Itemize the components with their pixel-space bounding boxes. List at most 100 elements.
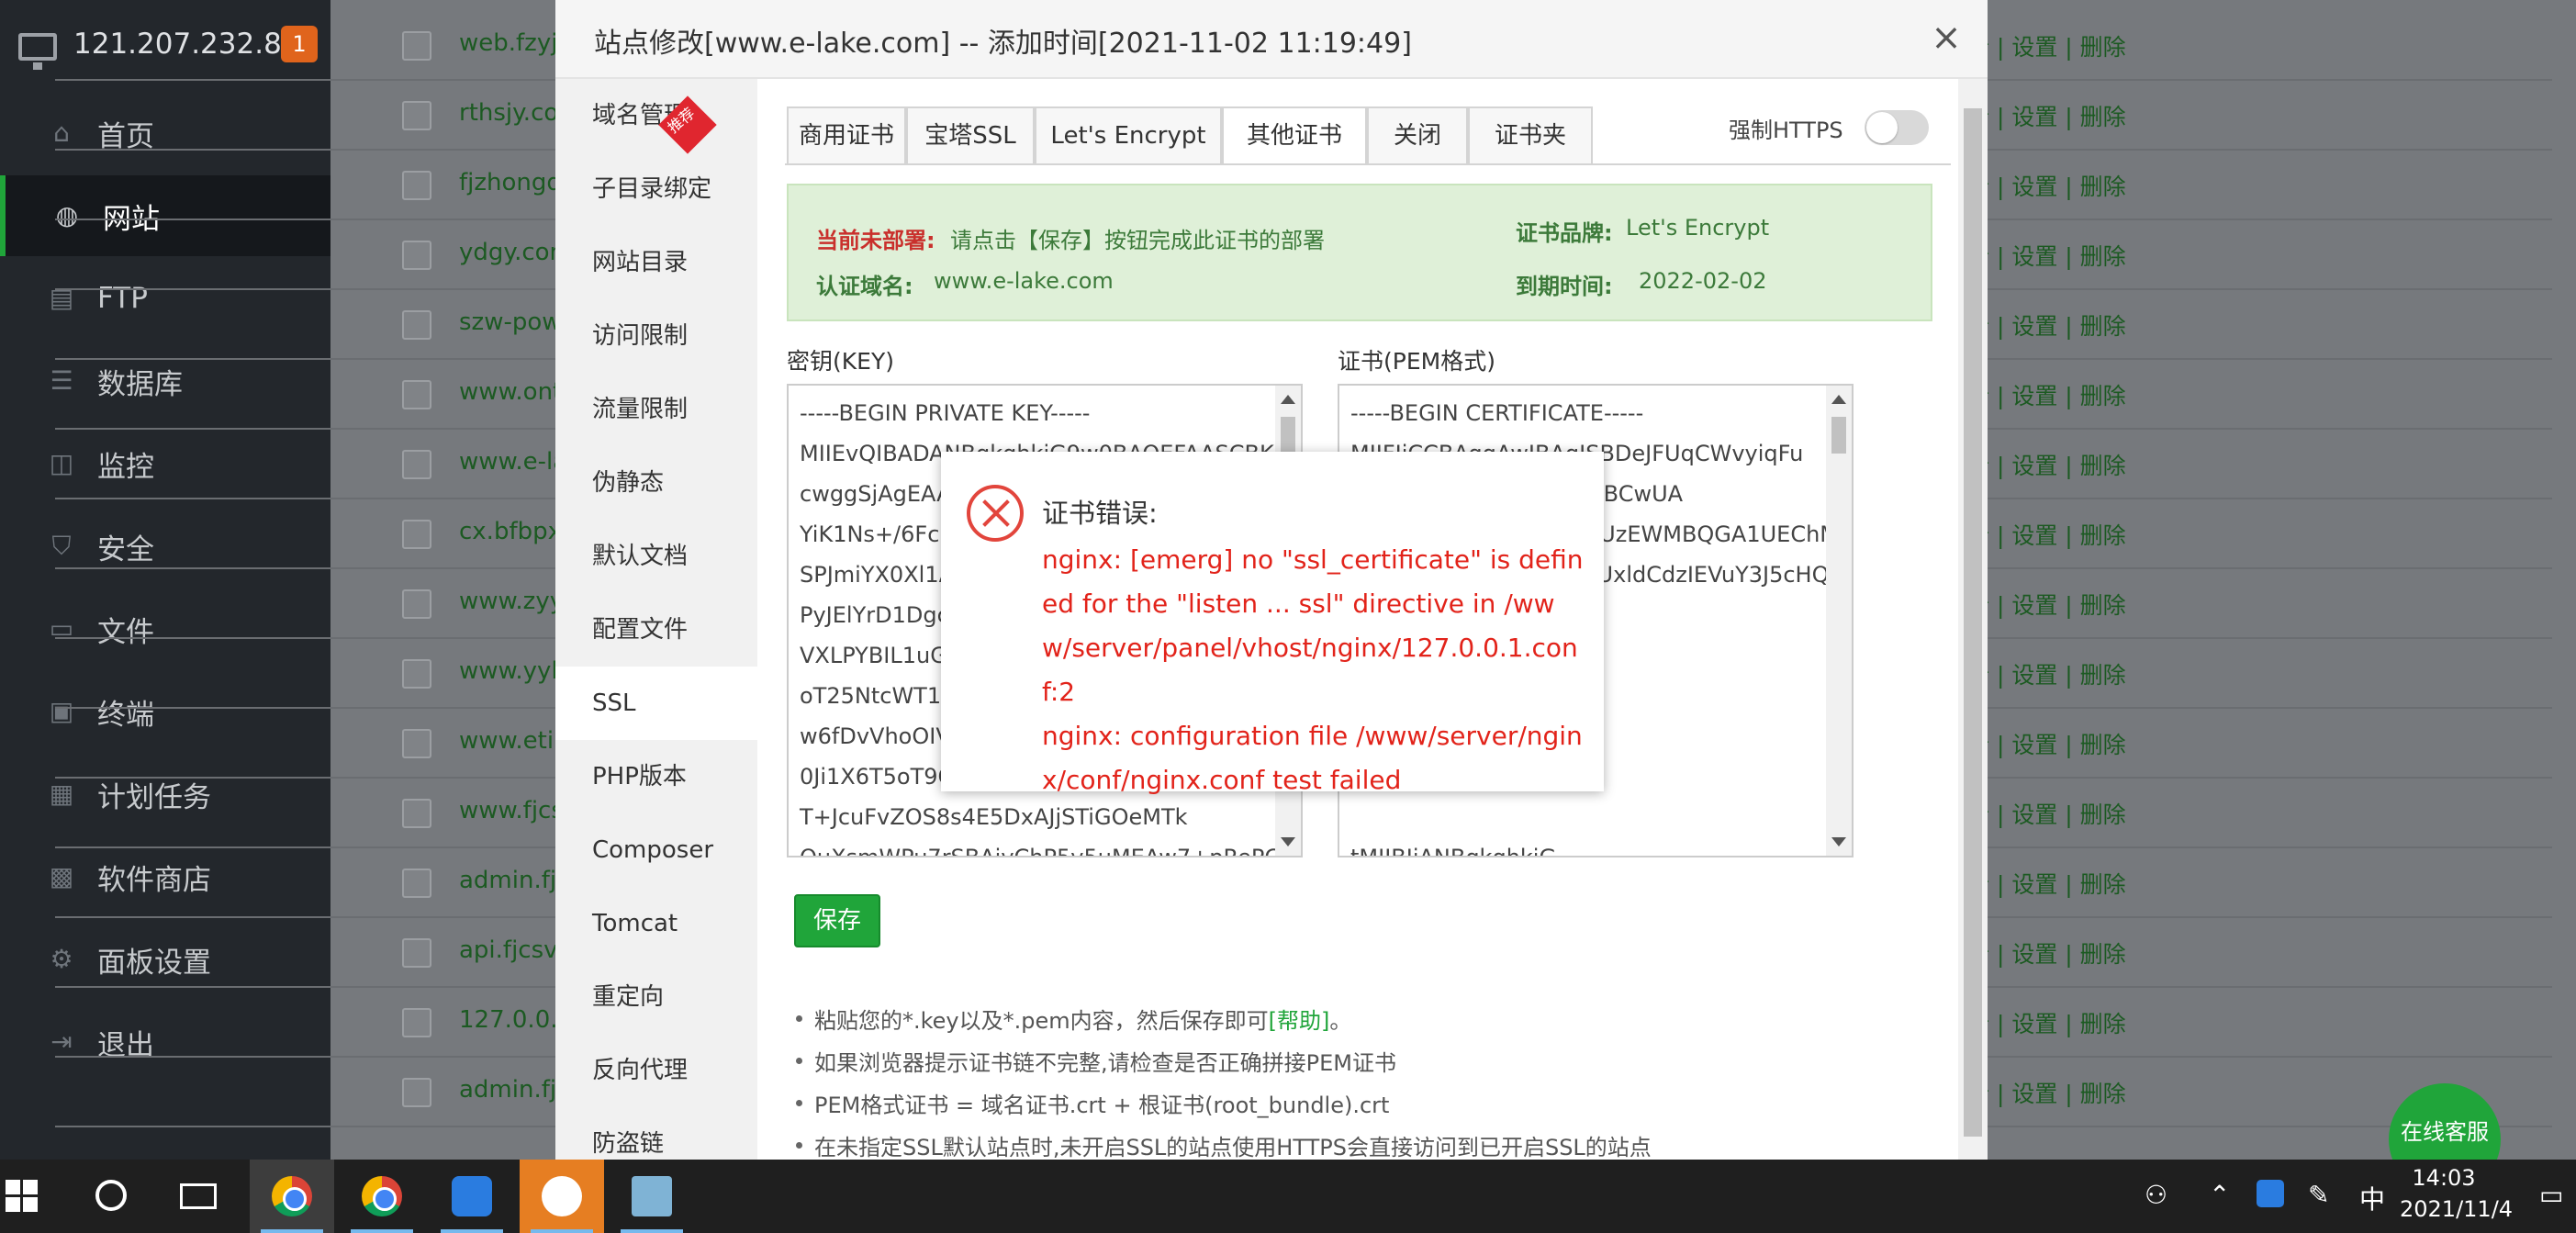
row-checkbox[interactable] bbox=[402, 729, 431, 758]
row-checkbox[interactable] bbox=[402, 1008, 431, 1037]
tip-item: 如果浏览器提示证书链不完整,请检查是否正确拼接PEM证书 bbox=[796, 1045, 1396, 1077]
cert-scrollbar[interactable] bbox=[1826, 386, 1852, 856]
notepad-app[interactable] bbox=[610, 1160, 694, 1233]
help-link[interactable]: [帮助] bbox=[1269, 1008, 1330, 1034]
modal-menu-item[interactable]: SSL bbox=[555, 667, 757, 740]
tip-text: PEM格式证书 = 域名证书.crt + 根证书(root_bundle).cr… bbox=[814, 1093, 1390, 1118]
monitor-icon bbox=[18, 33, 57, 70]
modal-menu-item[interactable]: 网站目录 bbox=[555, 226, 757, 299]
modal-menu: 域名管理 子目录绑定 网站目录 访问限制 流量限制 伪静态 默认文档 配置文件 SSL PHP版本… bbox=[555, 79, 757, 1231]
tip-text: 粘贴您的*.key以及*.pem内容，然后保存即可 bbox=[814, 1008, 1269, 1034]
error-line: nginx: configuration file /www/server/ng… bbox=[1042, 721, 1583, 795]
error-dialog: 证书错误: nginx: [emerg] no "ssl_certificate… bbox=[941, 452, 1604, 795]
cert-label: 证书(PEM格式) bbox=[1338, 348, 1495, 375]
wechat-icon bbox=[542, 1176, 582, 1216]
close-icon[interactable]: × bbox=[1927, 18, 1966, 57]
taskbar: ⚇ ⌃ ✎ 中 14:03 2021/11/4 ▭ bbox=[0, 1160, 2576, 1233]
domain-label: 认证域名: bbox=[816, 274, 913, 299]
status-text: 请点击【保存】按钮完成此证书的部署 bbox=[950, 228, 1325, 253]
site-name[interactable]: fjzhongq bbox=[459, 169, 562, 196]
site-name[interactable]: www.yyk bbox=[459, 657, 566, 685]
tip-text: 如果浏览器提示证书链不完整,请检查是否正确拼接PEM证书 bbox=[814, 1050, 1396, 1076]
row-checkbox[interactable] bbox=[402, 380, 431, 409]
tip-item: 在未指定SSL默认站点时,未开启SSL的站点使用HTTPS会直接访问到已开启SS… bbox=[796, 1129, 1652, 1161]
error-icon bbox=[967, 485, 1024, 542]
modal-menu-item[interactable]: 默认文档 bbox=[555, 520, 757, 593]
modal-menu-item[interactable]: 重定向 bbox=[555, 960, 757, 1034]
pen-icon[interactable]: ✎ bbox=[2308, 1180, 2329, 1210]
modal-menu-item[interactable]: 访问限制 bbox=[555, 299, 757, 373]
tabs-divider bbox=[785, 163, 1951, 165]
expire-value: 2022-02-02 bbox=[1639, 268, 1767, 294]
modal-menu-item[interactable]: 伪静态 bbox=[555, 446, 757, 520]
row-checkbox[interactable] bbox=[402, 450, 431, 479]
error-line: nginx: [emerg] no "ssl_certificate" is d… bbox=[1042, 544, 1584, 707]
windows-start-icon[interactable] bbox=[6, 1180, 39, 1213]
modal-menu-item[interactable]: PHP版本 bbox=[555, 740, 757, 813]
wechat-app[interactable] bbox=[520, 1160, 604, 1233]
key-label: 密钥(KEY) bbox=[787, 348, 894, 375]
site-name[interactable]: szw-pow bbox=[459, 308, 562, 336]
row-checkbox[interactable] bbox=[402, 799, 431, 828]
site-name[interactable]: www.fjcs bbox=[459, 797, 564, 824]
chrome-icon bbox=[362, 1176, 402, 1216]
row-checkbox[interactable] bbox=[402, 101, 431, 130]
people-icon[interactable]: ⚇ bbox=[2145, 1180, 2167, 1210]
modal-menu-item[interactable]: Tomcat bbox=[555, 887, 757, 960]
row-checkbox[interactable] bbox=[402, 171, 431, 200]
clock-time[interactable]: 14:03 bbox=[2398, 1165, 2490, 1191]
force-https-label: 强制HTTPS bbox=[1729, 118, 1843, 143]
site-name[interactable]: www.eti bbox=[459, 727, 554, 755]
task-view-icon[interactable] bbox=[180, 1183, 217, 1209]
site-name[interactable]: www.zyy bbox=[459, 588, 564, 615]
force-https-toggle[interactable] bbox=[1865, 110, 1929, 145]
modal-scrollbar[interactable] bbox=[1958, 79, 1988, 1160]
row-checkbox[interactable] bbox=[402, 241, 431, 270]
site-name[interactable]: cx.bfbpx bbox=[459, 518, 562, 545]
row-checkbox[interactable] bbox=[402, 938, 431, 968]
ssl-tab[interactable]: 宝塔SSL bbox=[906, 106, 1035, 163]
chrome-icon bbox=[272, 1176, 312, 1216]
notes-icon bbox=[452, 1176, 492, 1216]
site-name[interactable]: www.e-la bbox=[459, 448, 567, 476]
clock-date[interactable]: 2021/11/4 bbox=[2400, 1196, 2513, 1222]
ssl-tab[interactable]: 商用证书 bbox=[787, 106, 906, 163]
modal-menu-item[interactable]: 反向代理 bbox=[555, 1034, 757, 1107]
row-checkbox[interactable] bbox=[402, 1078, 431, 1107]
row-checkbox[interactable] bbox=[402, 659, 431, 689]
search-icon[interactable] bbox=[95, 1180, 127, 1211]
chrome-app-1[interactable] bbox=[250, 1160, 334, 1233]
ssl-tab[interactable]: 其他证书 bbox=[1222, 106, 1367, 165]
chevron-up-icon[interactable]: ⌃ bbox=[2209, 1180, 2230, 1210]
row-checkbox[interactable] bbox=[402, 520, 431, 549]
modal-menu-item[interactable]: 流量限制 bbox=[555, 373, 757, 446]
row-checkbox[interactable] bbox=[402, 310, 431, 340]
site-name[interactable]: www.ont bbox=[459, 378, 562, 406]
expire-label: 到期时间: bbox=[1516, 274, 1613, 299]
ssl-tab[interactable]: 关闭 bbox=[1367, 106, 1468, 163]
cert-info-box: 当前未部署: 请点击【保存】按钮完成此证书的部署 认证域名: www.e-lak… bbox=[787, 184, 1932, 321]
row-checkbox[interactable] bbox=[402, 31, 431, 61]
site-name[interactable]: web.fzyjf bbox=[459, 29, 566, 57]
row-checkbox[interactable] bbox=[402, 869, 431, 898]
save-button[interactable]: 保存 bbox=[794, 894, 880, 947]
modal-menu-item[interactable]: 配置文件 bbox=[555, 593, 757, 667]
modal-header: 站点修改[www.e-lake.com] -- 添加时间[2021-11-02 … bbox=[555, 0, 1988, 79]
modal-menu-item[interactable]: 子目录绑定 bbox=[555, 152, 757, 226]
tray-app-icon[interactable] bbox=[2257, 1180, 2284, 1207]
modal-menu-item[interactable]: Composer bbox=[555, 813, 757, 887]
status-label: 当前未部署: bbox=[816, 228, 935, 253]
ime-indicator[interactable]: 中 bbox=[2359, 1180, 2385, 1216]
ssl-tab[interactable]: 证书夹 bbox=[1468, 106, 1593, 163]
chrome-app-2[interactable] bbox=[340, 1160, 424, 1233]
notes-app[interactable] bbox=[430, 1160, 514, 1233]
row-checkbox[interactable] bbox=[402, 589, 431, 619]
tip-tail: 。 bbox=[1329, 1008, 1352, 1034]
site-name[interactable]: admin.fjc bbox=[459, 867, 569, 894]
modal-menu-item[interactable]: 域名管理 bbox=[555, 79, 757, 152]
brand-value: Let's Encrypt bbox=[1626, 215, 1770, 241]
notification-icon[interactable]: ▭ bbox=[2539, 1180, 2563, 1210]
site-name[interactable]: api.fjcsvi bbox=[459, 936, 565, 964]
tip-item: 粘贴您的*.key以及*.pem内容，然后保存即可[帮助]。 bbox=[795, 1003, 1352, 1035]
ssl-tab[interactable]: Let's Encrypt bbox=[1035, 106, 1222, 163]
